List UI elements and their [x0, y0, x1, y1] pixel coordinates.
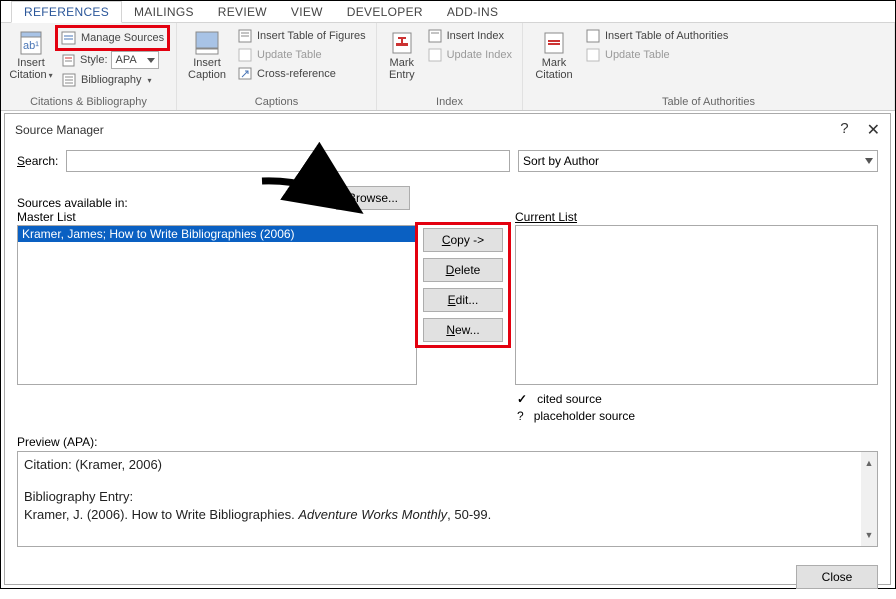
tab-addins[interactable]: ADD-INS	[435, 2, 510, 22]
browse-button[interactable]: Browse...	[336, 186, 410, 210]
style-label: Style:	[80, 54, 108, 66]
preview-label: Preview (APA):	[17, 435, 878, 449]
ribbon-tabs: REFERENCES MAILINGS REVIEW VIEW DEVELOPE…	[1, 1, 895, 23]
style-icon	[61, 52, 77, 68]
tab-view[interactable]: VIEW	[279, 2, 335, 22]
insert-index-icon	[427, 28, 443, 44]
tab-review[interactable]: REVIEW	[206, 2, 279, 22]
preview-scrollbar[interactable]: ▲ ▼	[861, 452, 877, 546]
table-of-authorities-icon	[585, 28, 601, 44]
insert-caption-icon	[193, 29, 221, 57]
update-table-icon	[237, 47, 253, 63]
sources-available-label: Sources available in:	[17, 196, 128, 210]
mark-citation-icon	[540, 29, 568, 57]
scroll-up-icon[interactable]: ▲	[865, 452, 874, 474]
master-list[interactable]: Kramer, James; How to Write Bibliographi…	[17, 225, 417, 385]
master-list-label: Master List	[17, 210, 417, 224]
group-citations: ab¹ InsertCitation▾ Manage Sources Style…	[1, 23, 177, 110]
new-button[interactable]: New...	[423, 318, 503, 342]
sort-dropdown[interactable]: Sort by Author	[518, 150, 878, 172]
manage-sources-label: Manage Sources	[81, 32, 164, 44]
group-index: MarkEntry Insert Index Update Index Inde…	[377, 23, 523, 110]
legend: ✓cited source ?placeholder source	[515, 385, 878, 427]
group-captions: InsertCaption Insert Table of Figures Up…	[177, 23, 377, 110]
update-table-button[interactable]: Update Table	[233, 46, 370, 64]
edit-button[interactable]: Edit...	[423, 288, 503, 312]
dialog-title: Source Manager	[15, 123, 104, 137]
preview-citation-line: Citation: (Kramer, 2006)	[24, 456, 859, 474]
ribbon: ab¹ InsertCitation▾ Manage Sources Style…	[1, 23, 895, 111]
scroll-down-icon[interactable]: ▼	[865, 524, 874, 546]
tab-references[interactable]: REFERENCES	[11, 1, 122, 23]
check-icon: ✓	[517, 391, 527, 408]
bibliography-label: Bibliography	[81, 74, 142, 86]
insert-index-button[interactable]: Insert Index	[423, 27, 516, 45]
help-button[interactable]: ?	[840, 120, 848, 140]
group-label-toa: Table of Authorities	[529, 96, 888, 109]
manage-sources-icon	[61, 30, 77, 46]
insert-table-of-figures-button[interactable]: Insert Table of Figures	[233, 27, 370, 45]
copy-button[interactable]: Copy ->	[423, 228, 503, 252]
update-index-button[interactable]: Update Index	[423, 46, 516, 64]
insert-citation-button[interactable]: ab¹ InsertCitation▾	[7, 27, 55, 89]
sort-value: Sort by Author	[523, 154, 599, 168]
delete-button[interactable]: Delete	[423, 258, 503, 282]
svg-text:ab¹: ab¹	[23, 40, 39, 52]
mark-citation-button[interactable]: MarkCitation	[529, 27, 579, 81]
preview-box: Citation: (Kramer, 2006) Bibliography En…	[17, 451, 878, 547]
bibliography-button[interactable]: Bibliography ▾	[57, 71, 168, 89]
citation-style-selector[interactable]: Style: APA	[57, 50, 168, 70]
dialog-titlebar: Source Manager ? ✕	[5, 114, 890, 146]
update-index-icon	[427, 47, 443, 63]
question-icon: ?	[517, 408, 524, 425]
insert-table-of-authorities-button[interactable]: Insert Table of Authorities	[581, 27, 732, 45]
current-list-label: Current List	[515, 210, 878, 224]
close-x-button[interactable]: ✕	[867, 120, 880, 140]
style-dropdown[interactable]: APA	[111, 51, 159, 69]
search-input[interactable]	[66, 150, 510, 172]
search-label: Search:	[17, 154, 58, 168]
chevron-down-icon	[865, 158, 873, 164]
group-table-of-authorities: MarkCitation Insert Table of Authorities…	[523, 23, 895, 110]
manage-sources-button[interactable]: Manage Sources	[57, 27, 168, 49]
bibliography-icon	[61, 72, 77, 88]
mark-entry-icon	[388, 29, 416, 57]
mark-entry-button[interactable]: MarkEntry	[383, 27, 421, 81]
close-button[interactable]: Close	[796, 565, 878, 589]
source-manager-dialog: Source Manager ? ✕ Search: Sort by Autho…	[4, 113, 891, 585]
tab-developer[interactable]: DEVELOPER	[335, 2, 435, 22]
cross-reference-icon	[237, 66, 253, 82]
cross-reference-button[interactable]: Cross-reference	[233, 65, 370, 83]
tab-mailings[interactable]: MAILINGS	[122, 2, 206, 22]
update-toa-button[interactable]: Update Table	[581, 46, 732, 64]
insert-caption-button[interactable]: InsertCaption	[183, 27, 231, 83]
table-of-figures-icon	[237, 28, 253, 44]
update-toa-icon	[585, 47, 601, 63]
group-label-captions: Captions	[183, 96, 370, 109]
insert-citation-icon: ab¹	[17, 29, 45, 57]
preview-bib-heading: Bibliography Entry:	[24, 488, 859, 506]
group-label-citations: Citations & Bibliography	[7, 96, 170, 109]
group-label-index: Index	[383, 96, 516, 109]
middle-buttons: Copy -> Delete Edit... New...	[417, 224, 509, 346]
current-list[interactable]	[515, 225, 878, 385]
list-item[interactable]: Kramer, James; How to Write Bibliographi…	[18, 226, 416, 242]
preview-bib-line: Kramer, J. (2006). How to Write Bibliogr…	[24, 506, 859, 524]
